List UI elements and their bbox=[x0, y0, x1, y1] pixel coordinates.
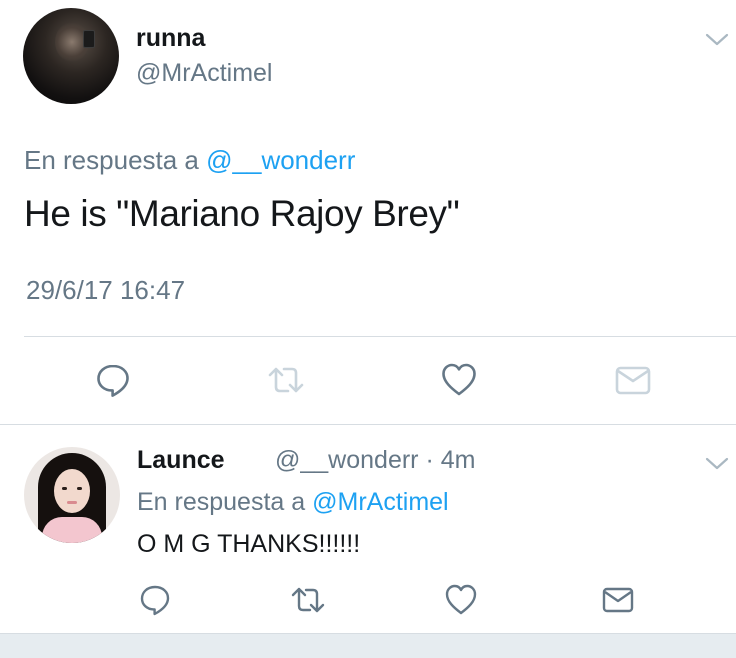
reply-author-handle[interactable]: @__wonderr bbox=[275, 446, 419, 474]
reply-meta: @__wonderr · 4m bbox=[275, 446, 475, 475]
in-reply-to-mention[interactable]: @MrActimel bbox=[312, 488, 449, 516]
divider bbox=[24, 336, 736, 337]
reply-icon bbox=[97, 364, 129, 397]
heart-icon bbox=[445, 584, 477, 615]
in-reply-to-mention[interactable]: @__wonderr bbox=[206, 145, 355, 175]
reply-icon bbox=[140, 585, 170, 616]
reply-button[interactable] bbox=[93, 360, 133, 400]
in-reply-to-label: En respuesta a bbox=[137, 488, 306, 516]
author-avatar[interactable] bbox=[23, 8, 119, 104]
avatar-photo-coat bbox=[42, 517, 102, 543]
avatar-photo-eye bbox=[62, 487, 67, 490]
author-name[interactable]: runna bbox=[136, 24, 205, 53]
direct-message-button[interactable] bbox=[598, 580, 638, 620]
timeline-bottom-separator bbox=[0, 633, 736, 658]
retweet-icon bbox=[291, 587, 325, 613]
author-handle[interactable]: @MrActimel bbox=[136, 59, 273, 88]
retweet-icon bbox=[268, 367, 304, 393]
reply-button[interactable] bbox=[135, 580, 175, 620]
meta-separator: · bbox=[425, 446, 434, 474]
like-button[interactable] bbox=[441, 580, 481, 620]
envelope-icon bbox=[615, 366, 651, 395]
envelope-icon bbox=[602, 587, 634, 613]
avatar-photo-mouth bbox=[67, 501, 77, 504]
divider bbox=[0, 424, 736, 425]
chevron-down-icon[interactable] bbox=[703, 453, 731, 473]
like-button[interactable] bbox=[439, 360, 479, 400]
in-reply-to: En respuesta a @MrActimel bbox=[137, 488, 449, 517]
heart-icon bbox=[442, 363, 476, 396]
avatar-photo-phone bbox=[83, 30, 95, 48]
retweet-button[interactable] bbox=[288, 580, 328, 620]
reply-author-avatar[interactable] bbox=[24, 447, 120, 543]
tweet-timestamp: 29/6/17 16:47 bbox=[26, 275, 186, 305]
avatar-photo-face bbox=[54, 469, 90, 513]
in-reply-to-label: En respuesta a bbox=[24, 145, 199, 175]
avatar-photo-eye bbox=[77, 487, 82, 490]
chevron-down-icon[interactable] bbox=[703, 29, 731, 49]
tweet-text: He is "Mariano Rajoy Brey" bbox=[24, 193, 460, 234]
in-reply-to: En respuesta a @__wonderr bbox=[24, 145, 355, 176]
retweet-button[interactable] bbox=[266, 360, 306, 400]
direct-message-button[interactable] bbox=[613, 360, 653, 400]
reply-age[interactable]: 4m bbox=[441, 446, 476, 474]
reply-author-name[interactable]: Launce bbox=[137, 446, 225, 475]
reply-tweet-text: O M G THANKS!!!!!! bbox=[137, 530, 361, 558]
